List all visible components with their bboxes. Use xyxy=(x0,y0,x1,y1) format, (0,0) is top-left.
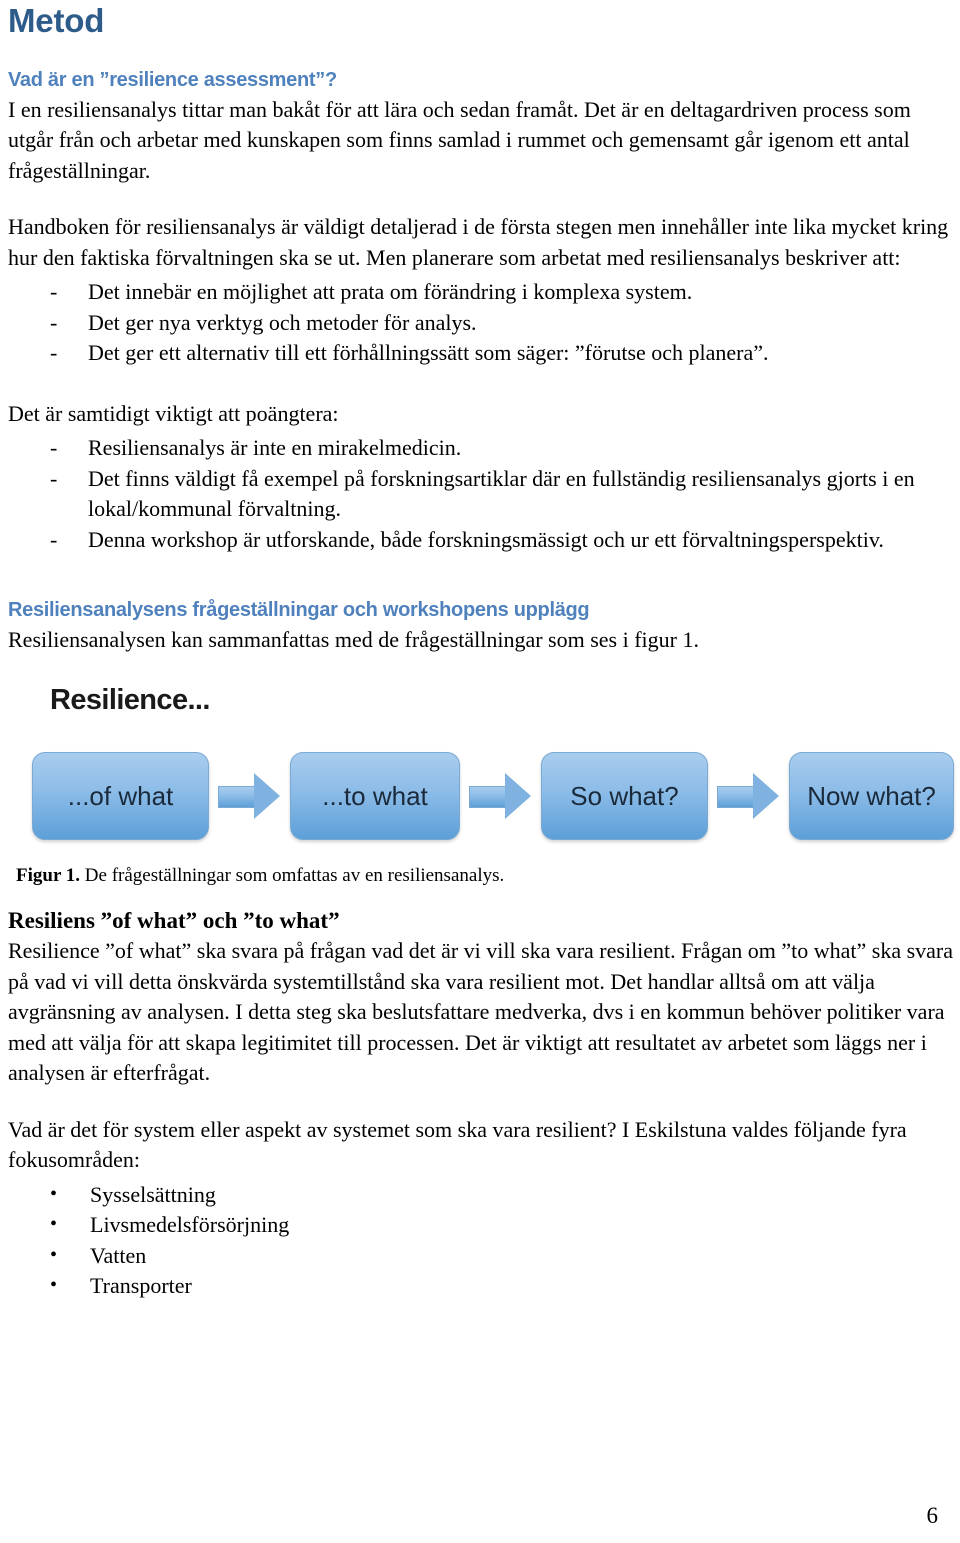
arrow-right-icon xyxy=(717,773,780,820)
list-marker: • xyxy=(50,1182,58,1205)
figure-caption-text: De frågeställningar som omfattas av en r… xyxy=(80,864,505,886)
paragraph-important-note: Det är samtidigt viktigt att poängtera: xyxy=(8,400,339,426)
flow-box-so-what: So what? xyxy=(541,752,708,841)
list-marker: - xyxy=(50,340,58,366)
flow-box-now-what: Now what? xyxy=(789,752,954,841)
page-number: 6 xyxy=(926,1503,939,1528)
list-marker: • xyxy=(50,1243,58,1266)
arrow-shaft xyxy=(469,786,508,809)
list-item-text: Det innebär en möjlighet att prata om fö… xyxy=(88,279,693,305)
paragraph-summary: Resiliensanalysen kan sammanfattas med d… xyxy=(8,627,699,653)
figure-caption-prefix: Figur 1. xyxy=(16,864,81,886)
list-marker: - xyxy=(50,435,58,461)
list-marker: - xyxy=(50,309,58,335)
list-item: - Det finns väldigt få exempel på forskni… xyxy=(8,464,960,525)
list-item-text: Sysselsättning xyxy=(90,1181,216,1207)
arrow-right-icon xyxy=(469,773,532,820)
list-item-text: Transporter xyxy=(90,1273,192,1299)
paragraph-of-what-explanation: Resilience ”of what” ska svara på frågan… xyxy=(8,938,954,1086)
list-item-text: Vatten xyxy=(90,1242,147,1268)
arrow-right-icon xyxy=(218,773,281,820)
list-marker: - xyxy=(50,526,58,552)
figure-caption: Figur 1. De frågeställningar som omfatta… xyxy=(16,863,960,889)
section-heading-of-what-to-what: Resiliens ”of what” och ”to what” xyxy=(8,907,340,933)
page-title: Metod xyxy=(8,2,105,39)
section-heading-resilience-assessment: Vad är en ”resilience assessment”? xyxy=(8,68,337,91)
list-item: • Vatten xyxy=(8,1241,960,1272)
list-marker: - xyxy=(50,465,58,491)
list-item: - Det ger ett alternativ till ett förhåll… xyxy=(8,338,960,369)
list-focus-areas: • Sysselsättning • Livsmedelsförsörjning •… xyxy=(8,1180,960,1302)
list-planner-statements: - Det innebär en möjlighet att prata om f… xyxy=(8,277,960,369)
flow-diagram: ...of what ...to what So what? Now what? xyxy=(32,749,960,844)
paragraph-handbook: Handboken för resiliensanalys är väldigt… xyxy=(8,214,949,270)
arrow-head xyxy=(753,773,779,820)
figure-resilience-flow: Resilience... ...of what ...to what So w… xyxy=(8,674,960,849)
list-item-text: Det ger ett alternativ till ett förhålln… xyxy=(88,340,769,366)
flow-box-of-what: ...of what xyxy=(32,752,209,841)
arrow-head xyxy=(505,773,531,820)
arrow-shaft xyxy=(218,786,257,809)
document-page: Metod Vad är en ”resilience assessment”?… xyxy=(0,0,960,1543)
list-item: - Resiliensanalys är inte en mirakelmedic… xyxy=(8,433,960,464)
flow-box-to-what: ...to what xyxy=(290,752,460,841)
list-item: - Det ger nya verktyg och metoder för ana… xyxy=(8,308,960,339)
list-item-text: Det finns väldigt få exempel på forsknin… xyxy=(88,465,915,522)
list-marker: - xyxy=(50,279,58,305)
list-caveats: - Resiliensanalys är inte en mirakelmedic… xyxy=(8,433,960,555)
list-item: • Sysselsättning xyxy=(8,1180,960,1211)
list-item: • Livsmedelsförsörjning xyxy=(8,1210,960,1241)
list-item-text: Det ger nya verktyg och metoder för anal… xyxy=(88,309,477,335)
list-marker: • xyxy=(50,1213,58,1236)
paragraph-intro: I en resiliensanalys tittar man bakåt fö… xyxy=(8,96,911,183)
list-item-text: Livsmedelsförsörjning xyxy=(90,1212,290,1238)
list-item-text: Denna workshop är utforskande, både fors… xyxy=(88,526,884,552)
list-item: - Denna workshop är utforskande, både for… xyxy=(8,525,960,556)
list-item-text: Resiliensanalys är inte en mirakelmedici… xyxy=(88,435,462,461)
list-marker: • xyxy=(50,1274,58,1297)
figure-label-resilience: Resilience... xyxy=(50,683,210,716)
paragraph-focus-areas-intro: Vad är det för system eller aspekt av sy… xyxy=(8,1116,907,1173)
section-heading-workshop-setup: Resiliensanalysens frågeställningar och … xyxy=(8,599,590,622)
page-content: Metod Vad är en ”resilience assessment”?… xyxy=(8,2,960,1302)
arrow-shaft xyxy=(717,786,756,809)
arrow-head xyxy=(254,773,280,820)
list-item: • Transporter xyxy=(8,1271,960,1302)
list-item: - Det innebär en möjlighet att prata om f… xyxy=(8,277,960,308)
